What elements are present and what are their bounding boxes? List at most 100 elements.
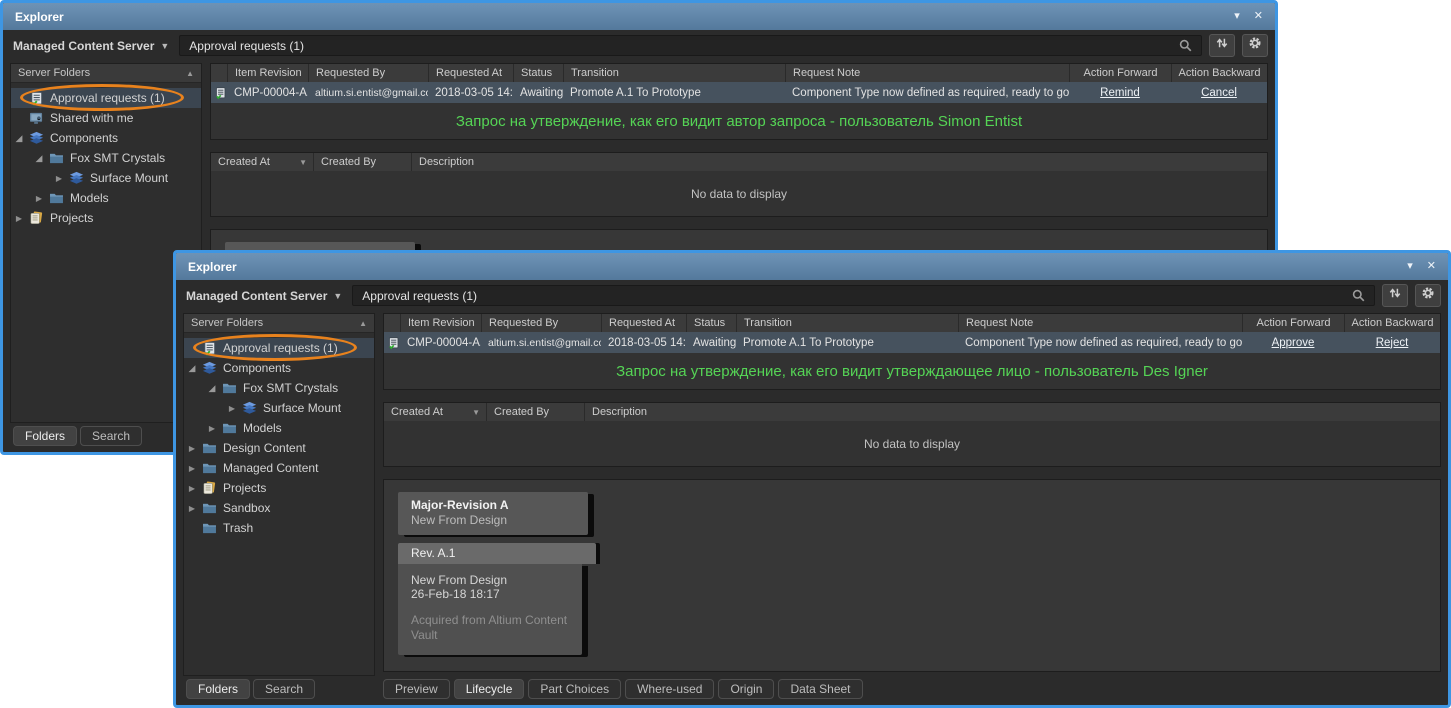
collapsed-arrow-icon[interactable]: ▶ [11, 214, 27, 223]
sidebar-item-fox-smt-crystals[interactable]: ◢ Fox SMT Crystals [184, 378, 374, 398]
expanded-arrow-icon[interactable]: ◢ [184, 363, 200, 374]
lifecycle-state-card-body[interactable]: New From Design 26-Feb-18 18:17 Acquired… [398, 564, 582, 655]
sort-dropdown-icon[interactable]: ▼ [299, 158, 307, 167]
action-forward-link[interactable]: Remind [1100, 87, 1140, 99]
sidebar-item-approval-requests[interactable]: Approval requests (1) [184, 334, 374, 361]
expanded-arrow-icon[interactable]: ◢ [31, 153, 47, 164]
column-header-item-revision[interactable]: Item Revision [400, 314, 481, 332]
collapsed-arrow-icon[interactable]: ▶ [204, 424, 220, 433]
sidebar-item-components[interactable]: ◢ Components [184, 358, 374, 378]
sidebar-item-fox-smt-crystals[interactable]: ◢ Fox SMT Crystals [11, 148, 201, 168]
action-forward-link[interactable]: Approve [1272, 337, 1315, 349]
sidebar-item-design-content[interactable]: ▶ Design Content [184, 438, 374, 458]
item-revision-icon [211, 82, 227, 103]
folder-icon [47, 150, 66, 166]
column-header-item-revision[interactable]: Item Revision [227, 64, 308, 82]
column-header-created-by[interactable]: Created By [313, 153, 411, 171]
column-header-request-note[interactable]: Request Note [958, 314, 1242, 332]
column-header-description[interactable]: Description [411, 153, 1267, 171]
collapsed-arrow-icon[interactable]: ▶ [184, 464, 200, 473]
sidebar-item-surface-mount[interactable]: ▶ Surface Mount [11, 168, 201, 188]
panel-menu-icon[interactable]: ▾ [1407, 261, 1413, 272]
collapsed-arrow-icon[interactable]: ▶ [184, 504, 200, 513]
lifecycle-state-card-header[interactable]: Rev. A.1 [398, 543, 596, 564]
sidebar-item-projects[interactable]: ▶ Projects [184, 478, 374, 498]
server-selector-button[interactable]: Managed Content Server ▼ [183, 289, 345, 303]
table-row[interactable]: CMP-00004-A.1 altium.si.entist@gmail.com… [211, 82, 1267, 103]
lifecycle-revision-card[interactable]: Major-Revision A New From Design [398, 492, 588, 535]
titlebar[interactable]: Explorer ▾ ✕ [176, 253, 1448, 280]
tab-where-used[interactable]: Where-used [625, 679, 715, 699]
column-header-requested-by[interactable]: Requested By [308, 64, 428, 82]
panel-menu-icon[interactable]: ▾ [1234, 11, 1240, 22]
sidebar-header[interactable]: Server Folders ▲ [11, 64, 201, 83]
column-header-requested-at[interactable]: Requested At [601, 314, 686, 332]
column-header-requested-by[interactable]: Requested By [481, 314, 601, 332]
tab-search[interactable]: Search [80, 426, 143, 446]
tab-folders[interactable]: Folders [186, 679, 251, 699]
expanded-arrow-icon[interactable]: ◢ [204, 383, 220, 394]
collapsed-arrow-icon[interactable]: ▶ [51, 174, 67, 183]
collapse-panel-icon[interactable]: ▲ [186, 69, 194, 78]
titlebar[interactable]: Explorer ▾ ✕ [3, 3, 1275, 30]
breadcrumb-bar[interactable]: Approval requests (1) [352, 285, 1375, 306]
column-header-transition[interactable]: Transition [736, 314, 958, 332]
collapsed-arrow-icon[interactable]: ▶ [184, 484, 200, 493]
sync-button[interactable] [1209, 34, 1235, 57]
sidebar-item-sandbox[interactable]: ▶ Sandbox [184, 498, 374, 518]
folder-icon [200, 500, 219, 516]
column-header-status[interactable]: Status [513, 64, 563, 82]
expanded-arrow-icon[interactable]: ◢ [11, 133, 27, 144]
tab-lifecycle[interactable]: Lifecycle [453, 679, 525, 699]
sidebar-item-models[interactable]: ▶ Models [11, 188, 201, 208]
action-backward-link[interactable]: Cancel [1201, 87, 1237, 99]
server-selector-button[interactable]: Managed Content Server ▼ [10, 39, 172, 53]
tab-folders[interactable]: Folders [13, 426, 78, 446]
collapse-panel-icon[interactable]: ▲ [359, 319, 367, 328]
tab-data-sheet[interactable]: Data Sheet [778, 679, 863, 699]
sidebar-item-label: Surface Mount [90, 171, 169, 185]
search-icon[interactable] [1352, 289, 1365, 302]
column-header-requested-at[interactable]: Requested At [428, 64, 513, 82]
column-header-transition[interactable]: Transition [563, 64, 785, 82]
sidebar-header[interactable]: Server Folders ▲ [184, 314, 374, 333]
column-header-created-at[interactable]: Created At ▼ [211, 153, 313, 171]
sidebar-item-managed-content[interactable]: ▶ Managed Content [184, 458, 374, 478]
settings-button[interactable] [1415, 284, 1441, 307]
sidebar-item-projects[interactable]: ▶ Projects [11, 208, 201, 228]
close-icon[interactable]: ✕ [1427, 261, 1436, 272]
close-icon[interactable]: ✕ [1254, 11, 1263, 22]
breadcrumb-bar[interactable]: Approval requests (1) [179, 35, 1202, 56]
collapsed-arrow-icon[interactable]: ▶ [184, 444, 200, 453]
search-icon[interactable] [1179, 39, 1192, 52]
table-header-row: Created At ▼ Created By Description [211, 153, 1267, 171]
column-header-action-forward[interactable]: Action Forward [1242, 314, 1344, 332]
column-header-action-backward[interactable]: Action Backward [1344, 314, 1440, 332]
sidebar-item-label: Models [70, 191, 109, 205]
column-header-created-at[interactable]: Created At ▼ [384, 403, 486, 421]
sort-dropdown-icon[interactable]: ▼ [472, 408, 480, 417]
column-header-description[interactable]: Description [584, 403, 1440, 421]
sidebar-item-shared-with-me[interactable]: Shared with me [11, 108, 201, 128]
sidebar-item-models[interactable]: ▶ Models [184, 418, 374, 438]
table-row[interactable]: CMP-00004-A.1 altium.si.entist@gmail.com… [384, 332, 1440, 353]
sidebar-item-components[interactable]: ◢ Components [11, 128, 201, 148]
sidebar-item-surface-mount[interactable]: ▶ Surface Mount [184, 398, 374, 418]
column-header-action-backward[interactable]: Action Backward [1171, 64, 1267, 82]
tab-preview[interactable]: Preview [383, 679, 450, 699]
sync-button[interactable] [1382, 284, 1408, 307]
collapsed-arrow-icon[interactable]: ▶ [31, 194, 47, 203]
sidebar-item-approval-requests[interactable]: Approval requests (1) [11, 84, 201, 111]
sidebar-item-trash[interactable]: Trash [184, 518, 374, 538]
tab-part-choices[interactable]: Part Choices [528, 679, 622, 699]
tab-search[interactable]: Search [253, 679, 316, 699]
settings-button[interactable] [1242, 34, 1268, 57]
column-header-created-by[interactable]: Created By [486, 403, 584, 421]
column-header-request-note[interactable]: Request Note [785, 64, 1069, 82]
breadcrumb: Approval requests (1) [189, 38, 305, 53]
action-backward-link[interactable]: Reject [1376, 337, 1409, 349]
column-header-action-forward[interactable]: Action Forward [1069, 64, 1171, 82]
collapsed-arrow-icon[interactable]: ▶ [224, 404, 240, 413]
column-header-status[interactable]: Status [686, 314, 736, 332]
tab-origin[interactable]: Origin [718, 679, 775, 699]
